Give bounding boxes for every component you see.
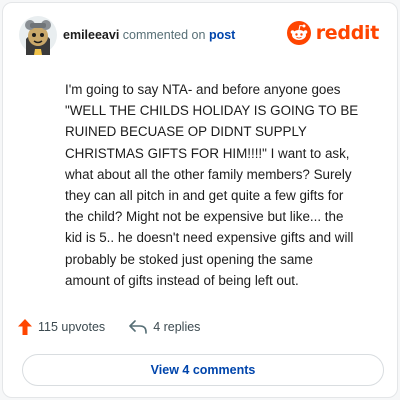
reddit-brand: reddit [286,21,380,45]
comment-line: amount of gifts instead of being left ou… [65,272,299,288]
comment-line: the child? Might not be expensive but li… [65,209,344,225]
comment-body: I'm going to say NTA- and before anyone … [65,79,395,291]
replies-count: 4 replies [153,320,201,334]
view-comments-button[interactable]: View 4 comments [22,354,384,386]
comment-actions: 115 upvotes 4 replies [18,319,200,335]
reddit-alien-icon [286,21,311,45]
comment-line: probably be stoked just opening the same [65,251,313,267]
comment-line: CHRISTMAS GIFTS FOR HIM!!!!" I want to a… [65,145,350,161]
comment-line: I'm going to say NTA- and before anyone … [65,82,341,97]
comment-line: kid is 5.. he doesn't need expensive gif… [65,230,354,246]
user-avatar[interactable] [18,15,58,55]
comment-line: they can all pitch in and get quite a fe… [65,188,344,204]
comment-line: RUINED BECUASE OP DIDNT SUPPLY [65,124,307,140]
byline-action-text: commented on [122,28,206,42]
upvote-arrow-icon [18,319,32,335]
replies-button[interactable]: 4 replies [129,320,200,334]
reddit-wordmark: reddit [315,22,380,44]
username-link[interactable]: emileeavi [63,28,119,42]
comment-card: emileeavi commented on post reddit I'm g… [2,2,398,398]
reply-icon [129,320,147,334]
upvote-count: 115 upvotes [38,320,106,334]
post-link[interactable]: post [209,28,235,42]
upvote-button[interactable]: 115 upvotes [18,319,105,335]
comment-byline: emileeavi commented on post [63,28,235,42]
comment-line: what about all the other family members?… [65,166,352,182]
comment-line: "WELL THE CHILDS HOLIDAY IS GOING TO BE [65,103,359,119]
